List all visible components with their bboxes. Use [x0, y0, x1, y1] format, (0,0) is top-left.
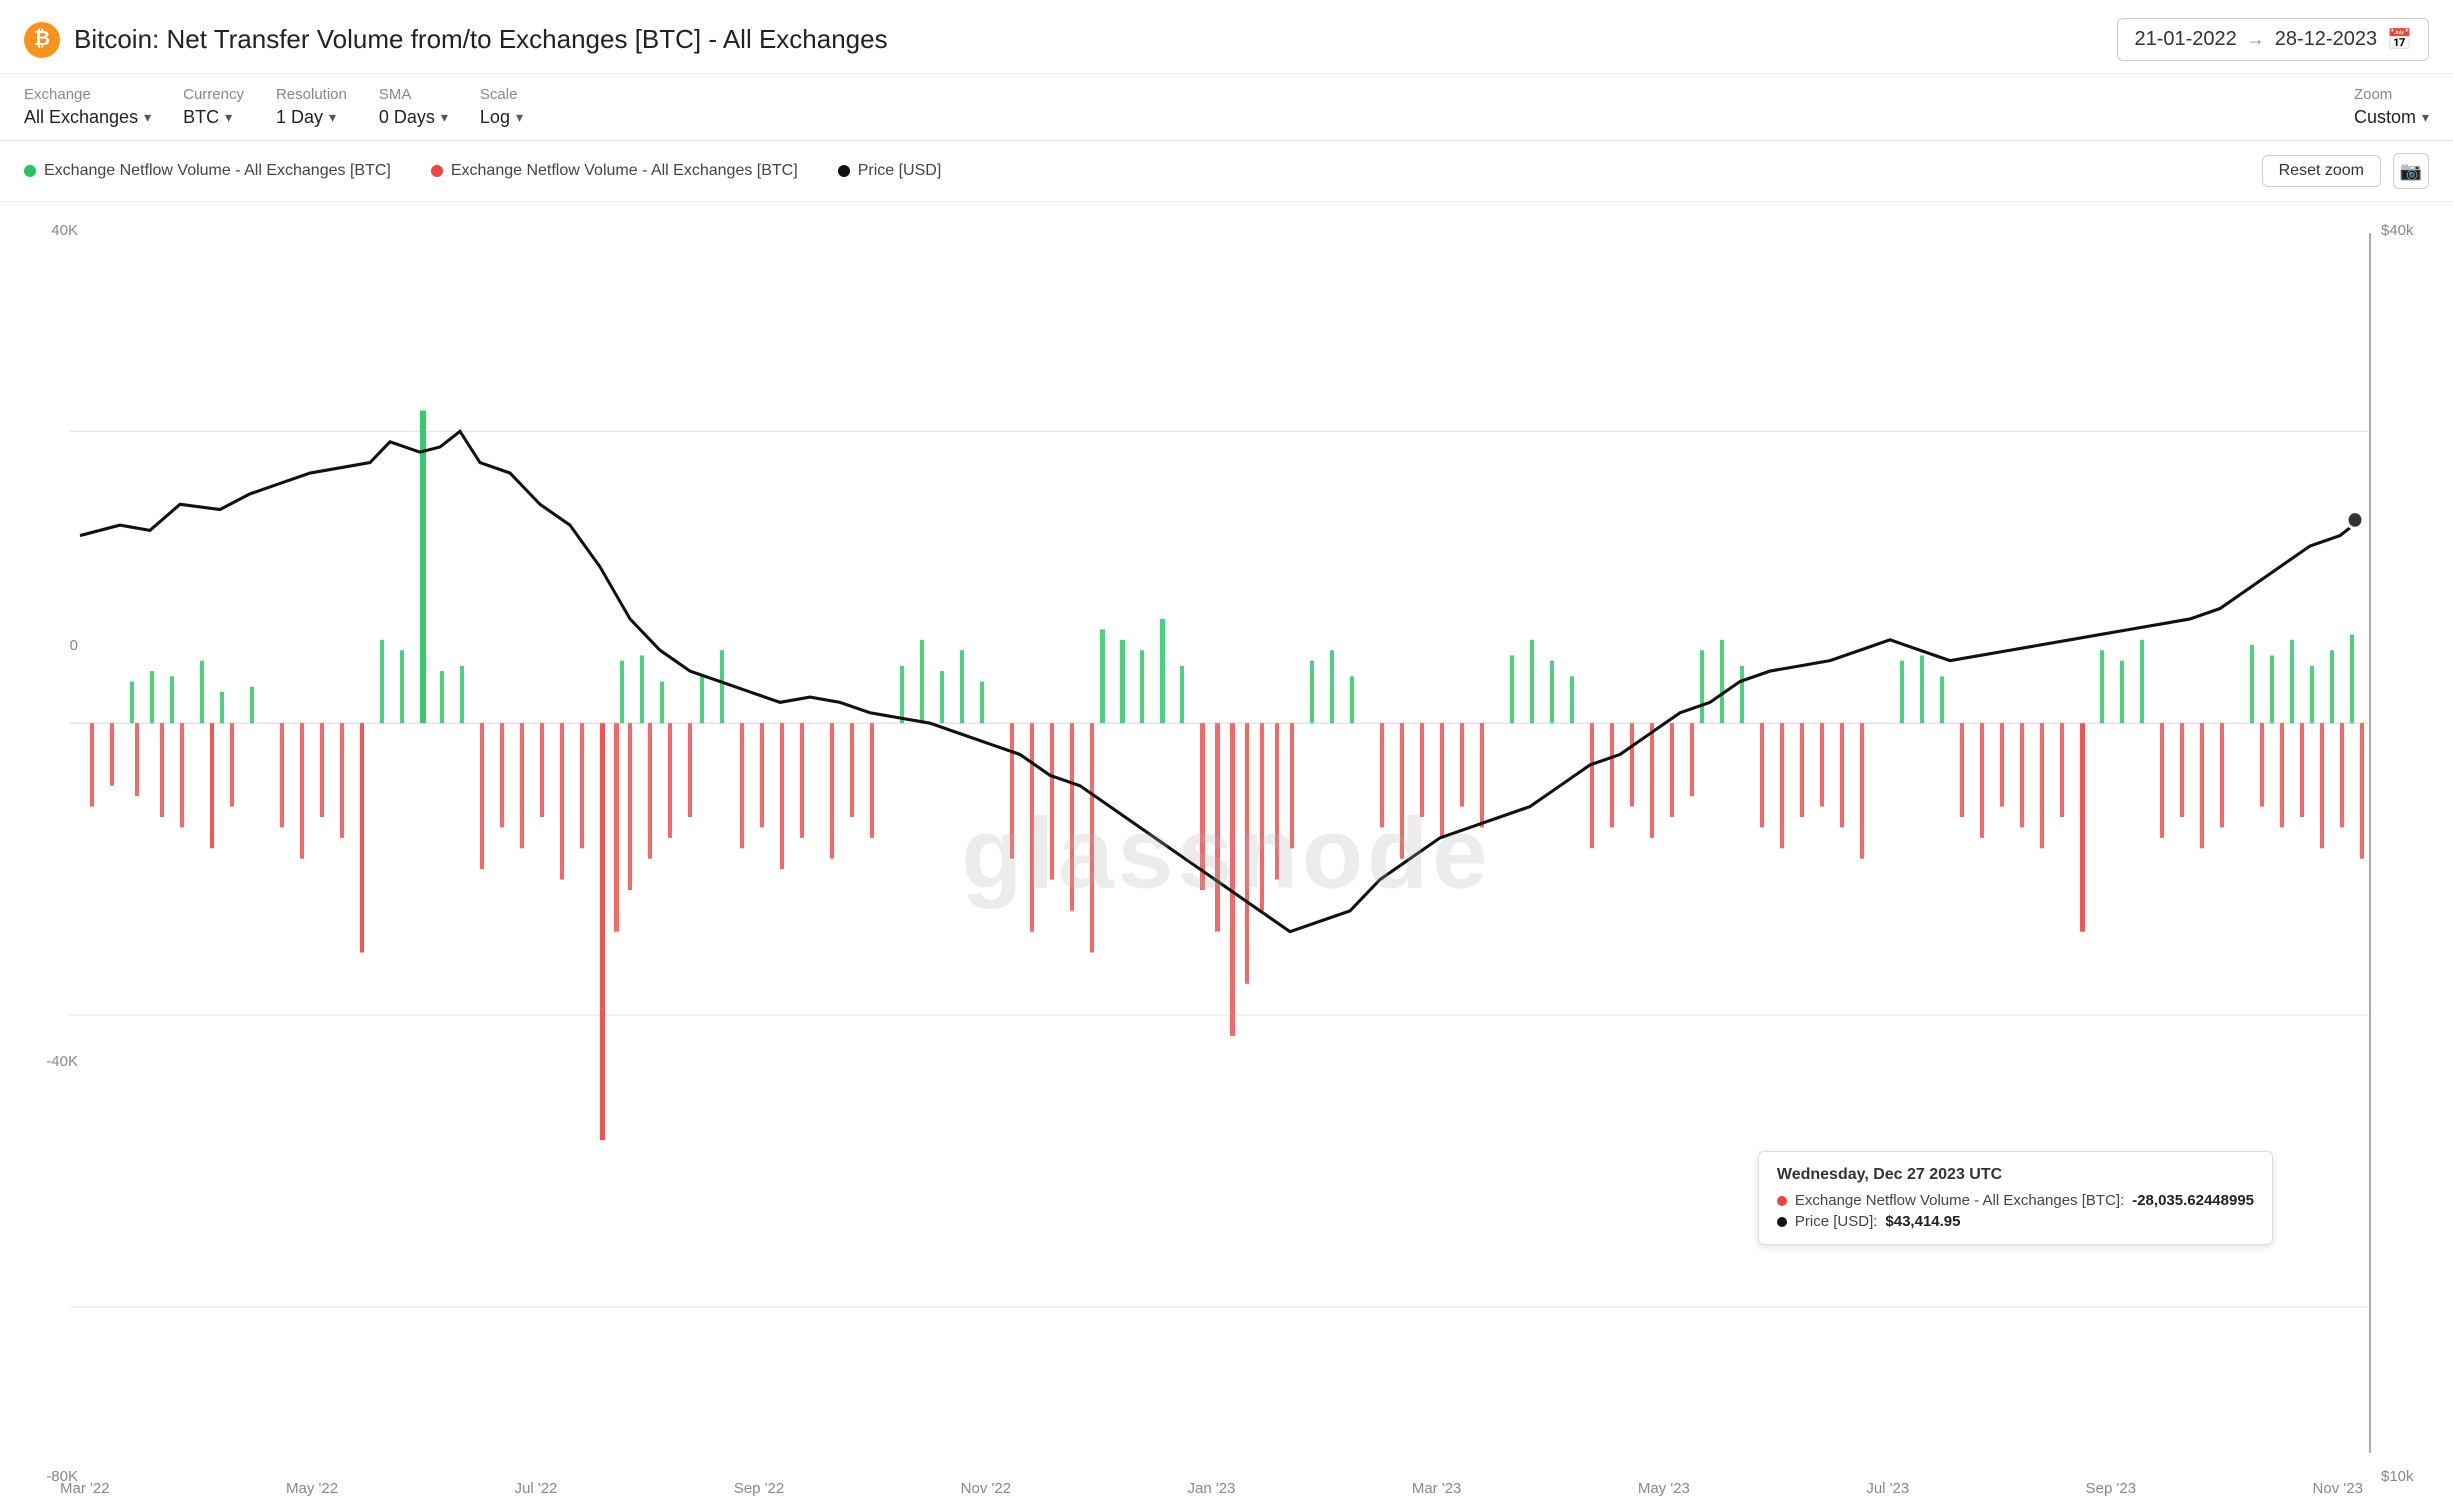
currency-control: Currency BTC ▾: [183, 86, 244, 128]
y-label-neg40k: -40K: [8, 1053, 78, 1070]
scale-select[interactable]: Log ▾: [480, 107, 523, 128]
resolution-value: 1 Day: [276, 107, 323, 128]
scale-chevron: ▾: [516, 109, 523, 126]
zoom-control: Zoom Custom ▾: [2354, 86, 2429, 128]
currency-label: Currency: [183, 86, 244, 103]
currency-value: BTC: [183, 107, 219, 128]
x-label-may22: May '22: [286, 1480, 338, 1497]
x-axis-bottom: Mar '22 May '22 Jul '22 Sep '22 Nov '22 …: [60, 1480, 2363, 1497]
sma-select[interactable]: 0 Days ▾: [379, 107, 448, 128]
zoom-chevron: ▾: [2422, 109, 2429, 126]
sma-value: 0 Days: [379, 107, 435, 128]
zoom-label: Zoom: [2354, 86, 2429, 103]
date-start: 21-01-2022: [2134, 28, 2236, 51]
y-right-10k: $10k: [2381, 1468, 2445, 1485]
x-label-jul23: Jul '23: [1866, 1480, 1909, 1497]
reset-zoom-button[interactable]: Reset zoom: [2262, 155, 2381, 187]
sma-chevron: ▾: [441, 109, 448, 126]
x-label-nov23: Nov '23: [2313, 1480, 2363, 1497]
sma-label: SMA: [379, 86, 448, 103]
x-label-may23: May '23: [1638, 1480, 1690, 1497]
scale-value: Log: [480, 107, 510, 128]
tooltip: Wednesday, Dec 27 2023 UTC Exchange Netf…: [1758, 1151, 2273, 1245]
x-label-sep22: Sep '22: [734, 1480, 784, 1497]
currency-select[interactable]: BTC ▾: [183, 107, 244, 128]
resolution-select[interactable]: 1 Day ▾: [276, 107, 347, 128]
legend-dot-red: [431, 165, 443, 177]
header: ₿ Bitcoin: Net Transfer Volume from/to E…: [0, 0, 2453, 74]
legend-item-black: Price [USD]: [838, 162, 942, 180]
y-label-0: 0: [8, 637, 78, 654]
exchange-label: Exchange: [24, 86, 151, 103]
tooltip-price-label: Price [USD]:: [1795, 1213, 1878, 1230]
exchange-control: Exchange All Exchanges ▾: [24, 86, 151, 128]
reset-zoom-area: Reset zoom 📷: [2262, 153, 2429, 189]
resolution-control: Resolution 1 Day ▾: [276, 86, 347, 128]
scale-label: Scale: [480, 86, 523, 103]
y-axis-left: 40K 0 -40K -80K: [8, 202, 78, 1505]
x-label-mar22: Mar '22: [60, 1480, 110, 1497]
date-arrow: →: [2247, 29, 2265, 50]
legend-dot-black: [838, 165, 850, 177]
chart-svg: [0, 202, 2453, 1505]
date-range[interactable]: 21-01-2022 → 28-12-2023 📅: [2117, 18, 2429, 61]
green-bars: [130, 410, 2354, 723]
bitcoin-icon: ₿: [24, 22, 60, 58]
exchange-select[interactable]: All Exchanges ▾: [24, 107, 151, 128]
chart-title: Bitcoin: Net Transfer Volume from/to Exc…: [74, 24, 888, 55]
resolution-label: Resolution: [276, 86, 347, 103]
tooltip-netflow-label: Exchange Netflow Volume - All Exchanges …: [1795, 1192, 2124, 1209]
y-axis-right: $40k $10k: [2373, 202, 2453, 1505]
camera-button[interactable]: 📷: [2393, 153, 2429, 189]
controls-bar: Exchange All Exchanges ▾ Currency BTC ▾ …: [0, 74, 2453, 141]
sma-control: SMA 0 Days ▾: [379, 86, 448, 128]
tooltip-row-netflow: Exchange Netflow Volume - All Exchanges …: [1777, 1192, 2254, 1209]
x-label-jul22: Jul '22: [515, 1480, 558, 1497]
date-end: 28-12-2023: [2275, 28, 2377, 51]
legend-label-green: Exchange Netflow Volume - All Exchanges …: [44, 162, 391, 180]
x-label-jan23: Jan '23: [1188, 1480, 1236, 1497]
x-label-mar23: Mar '23: [1412, 1480, 1462, 1497]
calendar-icon: 📅: [2387, 27, 2412, 52]
tooltip-dot-red: [1777, 1196, 1787, 1206]
y-right-40k: $40k: [2381, 222, 2445, 239]
exchange-value: All Exchanges: [24, 107, 138, 128]
x-label-sep23: Sep '23: [2086, 1480, 2136, 1497]
x-label-nov22: Nov '22: [961, 1480, 1011, 1497]
legend-item-green: Exchange Netflow Volume - All Exchanges …: [24, 162, 391, 180]
legend-label-black: Price [USD]: [858, 162, 942, 180]
resolution-chevron: ▾: [329, 109, 336, 126]
zoom-value: Custom: [2354, 107, 2416, 128]
currency-chevron: ▾: [225, 109, 232, 126]
zoom-select[interactable]: Custom ▾: [2354, 107, 2429, 128]
title-area: ₿ Bitcoin: Net Transfer Volume from/to E…: [24, 22, 888, 58]
red-bars: [90, 723, 2364, 1140]
tooltip-price-value: $43,414.95: [1885, 1213, 1960, 1230]
tooltip-date: Wednesday, Dec 27 2023 UTC: [1777, 1166, 2254, 1184]
exchange-chevron: ▾: [144, 109, 151, 126]
scale-control: Scale Log ▾: [480, 86, 523, 128]
legend-item-red: Exchange Netflow Volume - All Exchanges …: [431, 162, 798, 180]
legend-dot-green: [24, 165, 36, 177]
chart-area: glassnode 40K 0 -40K -80K: [0, 202, 2453, 1505]
tooltip-dot-black: [1777, 1217, 1787, 1227]
legend-bar: Exchange Netflow Volume - All Exchanges …: [0, 141, 2453, 202]
tooltip-netflow-value: -28,035.62448995: [2132, 1192, 2254, 1209]
y-label-40k: 40K: [8, 222, 78, 239]
legend-label-red: Exchange Netflow Volume - All Exchanges …: [451, 162, 798, 180]
tooltip-row-price: Price [USD]: $43,414.95: [1777, 1213, 2254, 1230]
